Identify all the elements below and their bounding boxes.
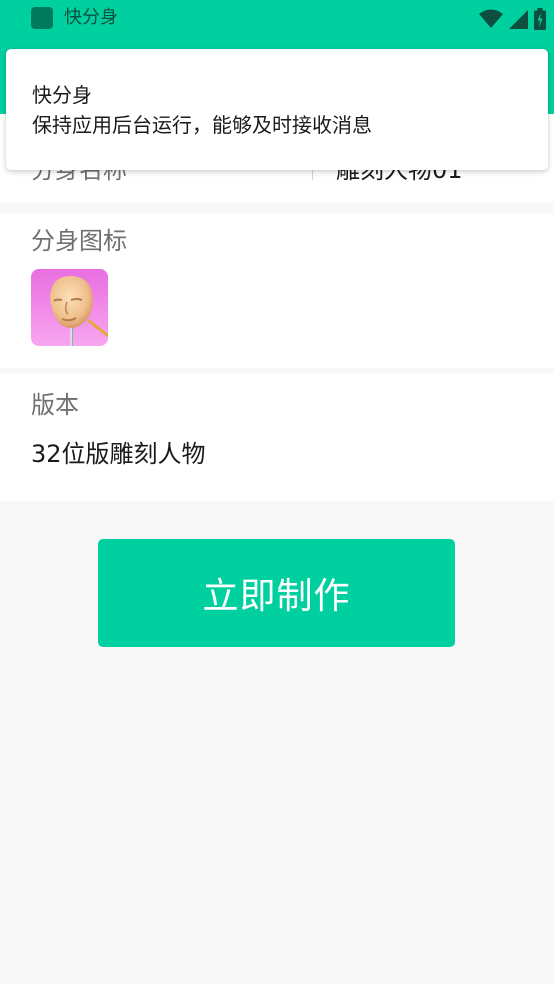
status-app-name: 快分身 [64, 7, 118, 28]
status-bar: 快分身 [0, 0, 554, 38]
face-sculpt-app-icon[interactable] [31, 269, 108, 346]
version-row: 版本 32位版雕刻人物 [0, 373, 554, 501]
notification-body: 保持应用后台运行，能够及时接收消息 [32, 113, 372, 137]
make-now-button[interactable]: 立即制作 [98, 539, 455, 647]
heads-up-notification[interactable]: 快分身 保持应用后台运行，能够及时接收消息 [6, 49, 548, 170]
clone-icon-label: 分身图标 [31, 227, 127, 255]
cell-signal-icon [509, 9, 528, 29]
notification-title: 快分身 [32, 83, 92, 107]
version-value[interactable]: 32位版雕刻人物 [31, 437, 206, 471]
wifi-icon [479, 9, 503, 29]
status-icons [479, 8, 546, 30]
clone-icon-row: 分身图标 [0, 214, 554, 368]
version-label: 版本 [31, 391, 79, 419]
app-notification-icon [31, 7, 53, 29]
app-screen: 快分身 分身名称 雕刻人物01 分身图标 版本 32位版雕刻人物 立即制作 快分… [0, 0, 554, 984]
battery-icon [534, 8, 546, 30]
